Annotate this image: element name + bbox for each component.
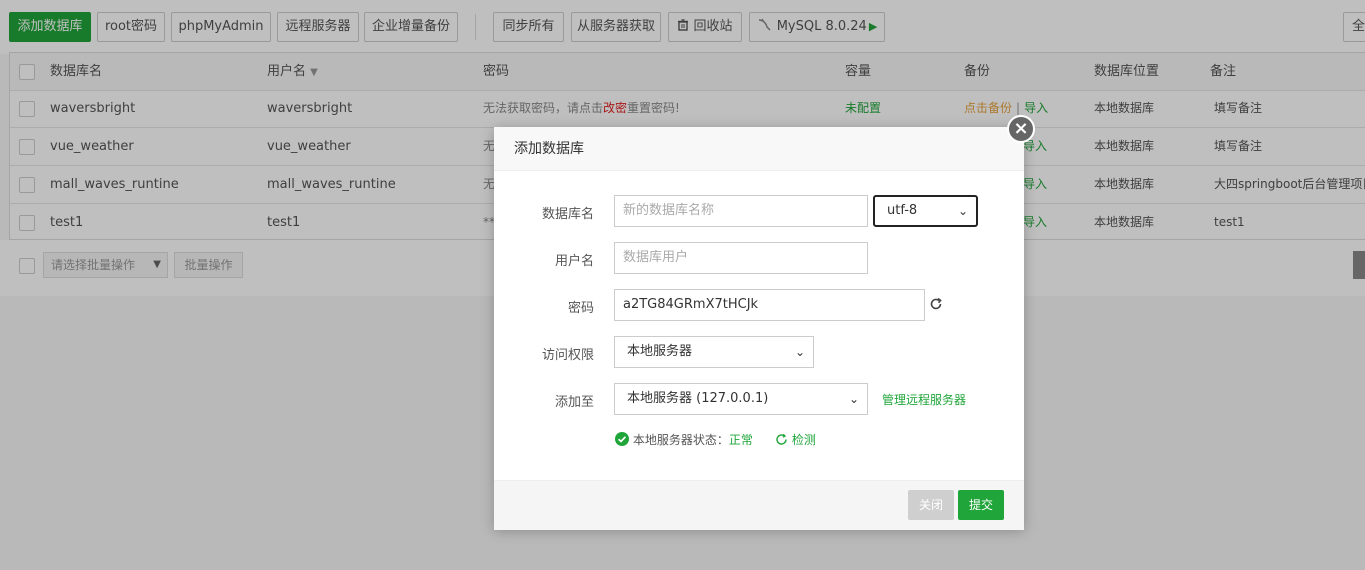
access-select[interactable]: 本地服务器 ⌄	[614, 336, 814, 368]
db-name-input[interactable]: 新的数据库名称	[614, 195, 868, 227]
close-icon[interactable]: ×	[1007, 115, 1035, 143]
charset-value: utf-8	[887, 203, 918, 218]
refresh-icon[interactable]	[929, 297, 943, 315]
charset-select[interactable]: utf-8 ⌄	[873, 195, 978, 227]
manage-remote-link[interactable]: 管理远程服务器	[882, 391, 966, 408]
password-label: 密码	[567, 301, 594, 316]
detect-label: 检测	[791, 433, 816, 447]
dialog-footer: 关闭 提交	[494, 480, 1024, 530]
server-status: 本地服务器状态：正常	[615, 431, 753, 448]
submit-button[interactable]: 提交	[958, 490, 1004, 520]
chevron-down-icon: ⌄	[794, 345, 805, 359]
server-status-value: 正常	[728, 433, 753, 447]
chevron-down-icon: ⌄	[848, 392, 859, 406]
add-to-label: 添加至	[554, 395, 594, 410]
add-to-value: 本地服务器 (127.0.0.1)	[627, 391, 769, 406]
add-database-dialog: 添加数据库 数据库名 新的数据库名称 utf-8 ⌄ 用户名 数据库用户 密码 a…	[494, 127, 1024, 530]
add-to-select[interactable]: 本地服务器 (127.0.0.1) ⌄	[614, 383, 868, 415]
db-name-label: 数据库名	[541, 207, 594, 222]
cancel-button[interactable]: 关闭	[908, 490, 954, 520]
username-input[interactable]: 数据库用户	[614, 242, 868, 274]
server-status-label: 本地服务器状态：	[632, 433, 729, 447]
detect-icon	[775, 433, 788, 447]
chevron-down-icon: ⌄	[957, 204, 968, 218]
username-label: 用户名	[554, 254, 594, 269]
password-input[interactable]: a2TG84GRmX7tHCJk	[614, 289, 925, 321]
check-circle-icon	[615, 432, 629, 447]
access-value: 本地服务器	[627, 344, 693, 359]
dialog-title: 添加数据库	[494, 127, 1024, 171]
detect-button[interactable]: 检测	[775, 431, 816, 448]
access-label: 访问权限	[541, 348, 594, 363]
